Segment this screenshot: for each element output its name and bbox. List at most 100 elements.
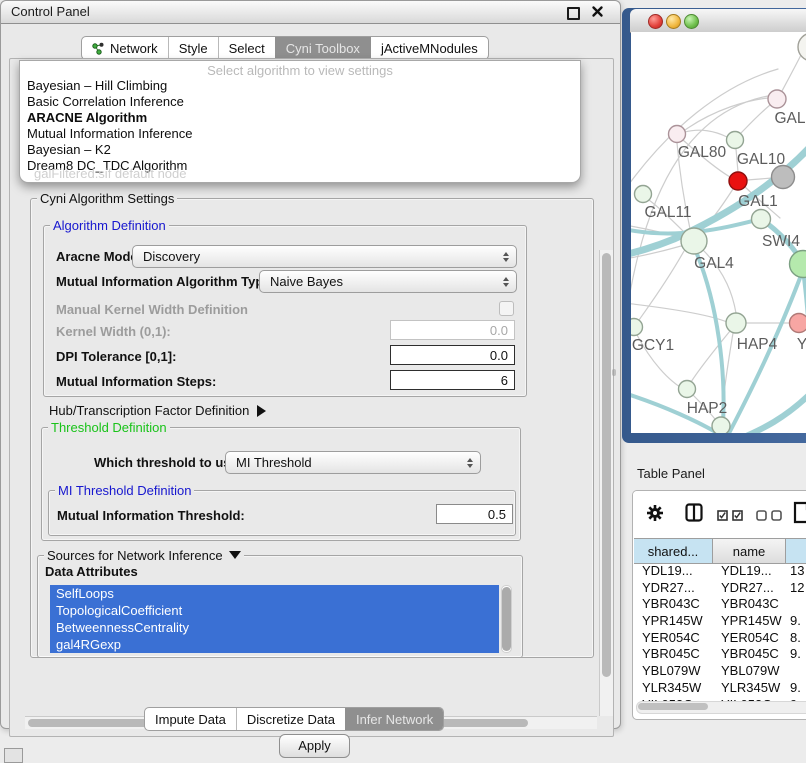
mi-type-combobox[interactable]: Naive Bayes bbox=[259, 270, 517, 293]
tab-impute-data[interactable]: Impute Data bbox=[145, 708, 236, 730]
column-header-name[interactable]: name bbox=[713, 539, 786, 563]
float-window-icon[interactable] bbox=[567, 7, 580, 20]
table-cell[interactable]: 8. bbox=[786, 630, 806, 647]
network-edge-weighted[interactable] bbox=[744, 394, 806, 433]
table-row[interactable]: YDR27...YDR27...12 bbox=[634, 580, 806, 597]
network-edge[interactable] bbox=[741, 105, 770, 133]
table-cell[interactable]: YLR345W bbox=[634, 680, 713, 697]
table-cell[interactable]: 9. bbox=[786, 613, 806, 630]
network-node-gal[interactable] bbox=[768, 90, 786, 108]
table-row[interactable]: YBR045CYBR045C9. bbox=[634, 646, 806, 663]
network-node[interactable] bbox=[790, 251, 806, 278]
mi-steps-field[interactable] bbox=[390, 370, 515, 390]
table-horizontal-scrollbar[interactable] bbox=[636, 701, 806, 714]
table-cell[interactable]: YDR27... bbox=[634, 580, 713, 597]
expand-right-icon[interactable] bbox=[257, 405, 266, 417]
attributes-list-scrollbar[interactable] bbox=[501, 585, 512, 653]
table-cell[interactable]: YBR043C bbox=[634, 596, 713, 613]
attribute-item-selfloops[interactable]: SelfLoops bbox=[50, 585, 499, 602]
table-cell[interactable]: YDL19... bbox=[634, 563, 713, 580]
table-row[interactable]: YBL079WYBL079W bbox=[634, 663, 806, 680]
algorithm-item-basic-correlation-inference[interactable]: Basic Correlation Inference bbox=[24, 94, 576, 110]
table-cell[interactable]: YLR345W bbox=[713, 680, 786, 697]
deselect-all-checkboxes-icon[interactable] bbox=[756, 508, 784, 526]
aracne-mode-combobox[interactable]: Discovery bbox=[132, 245, 517, 268]
attribute-item-gal4rgexp[interactable]: gal4RGexp bbox=[50, 636, 499, 653]
tab-select[interactable]: Select bbox=[218, 37, 275, 59]
tab-style[interactable]: Style bbox=[168, 37, 218, 59]
network-node-hap2[interactable] bbox=[679, 381, 696, 398]
table-cell[interactable]: YBL079W bbox=[634, 663, 713, 680]
select-all-checkboxes-icon[interactable] bbox=[717, 508, 745, 526]
table-cell[interactable]: YBR045C bbox=[713, 646, 786, 663]
network-node-gal1[interactable] bbox=[729, 172, 747, 190]
which-threshold-combobox[interactable]: MI Threshold bbox=[225, 451, 481, 474]
table-cell[interactable]: YER054C bbox=[713, 630, 786, 647]
tab-discretize-data[interactable]: Discretize Data bbox=[236, 708, 345, 730]
zoom-traffic-light-icon[interactable] bbox=[684, 14, 699, 29]
table-cell[interactable]: YPR145W bbox=[634, 613, 713, 630]
kernel-width-field[interactable] bbox=[390, 320, 515, 340]
table-row[interactable]: YPR145WYPR145W9. bbox=[634, 613, 806, 630]
table-cell[interactable]: YBR045C bbox=[634, 646, 713, 663]
network-canvas[interactable]: GALGAL80GAL10GAL1GAL11SWI4GAL4GCY1HAP4YH… bbox=[631, 32, 806, 433]
sources-title[interactable]: Sources for Network Inference bbox=[44, 548, 244, 563]
network-node-gcy1[interactable] bbox=[631, 319, 643, 336]
tab-cyni-toolbox[interactable]: Cyni Toolbox bbox=[275, 37, 370, 59]
split-columns-icon[interactable] bbox=[685, 503, 703, 527]
network-node[interactable] bbox=[712, 417, 730, 433]
network-edge[interactable] bbox=[685, 98, 768, 130]
network-window-titlebar[interactable] bbox=[630, 9, 806, 33]
column-header-shared[interactable]: shared... bbox=[634, 539, 713, 563]
table-cell[interactable] bbox=[786, 663, 806, 680]
tab-network[interactable]: Network bbox=[82, 37, 168, 59]
column-header-a[interactable]: A bbox=[786, 539, 806, 563]
network-edge[interactable] bbox=[747, 178, 772, 180]
minimize-traffic-light-icon[interactable] bbox=[666, 14, 681, 29]
document-icon[interactable] bbox=[793, 501, 806, 529]
network-edge[interactable] bbox=[782, 53, 802, 91]
table-cell[interactable]: YPR145W bbox=[713, 613, 786, 630]
collapsed-panel-icon[interactable] bbox=[4, 748, 23, 763]
dpi-tolerance-field[interactable] bbox=[390, 345, 515, 365]
network-node-gal10[interactable] bbox=[727, 132, 744, 149]
network-node[interactable] bbox=[798, 33, 806, 61]
table-row[interactable]: YBR043CYBR043C bbox=[634, 596, 806, 613]
algorithm-item-mutual-information-inference[interactable]: Mutual Information Inference bbox=[24, 126, 576, 142]
table-cell[interactable]: YBL079W bbox=[713, 663, 786, 680]
network-edge[interactable] bbox=[685, 130, 727, 137]
algorithm-item-bayesian-k2[interactable]: Bayesian – K2 bbox=[24, 142, 576, 158]
gear-icon[interactable] bbox=[646, 504, 664, 527]
close-traffic-light-icon[interactable] bbox=[648, 14, 663, 29]
tab-jactivemnodules[interactable]: jActiveMNodules bbox=[370, 37, 488, 59]
algorithm-item-aracne-algorithm[interactable]: ARACNE Algorithm bbox=[24, 110, 576, 126]
table-row[interactable]: YDL19...YDL19...13 bbox=[634, 563, 806, 580]
table-cell[interactable]: YDL19... bbox=[713, 563, 786, 580]
table-cell[interactable]: YBR043C bbox=[713, 596, 786, 613]
hub-definition-expander[interactable]: Hub/Transcription Factor Definition bbox=[49, 403, 266, 418]
table-row[interactable]: YLR345WYLR345W9. bbox=[634, 680, 806, 697]
close-icon[interactable] bbox=[591, 5, 604, 18]
mi-threshold-field[interactable] bbox=[436, 504, 513, 524]
attribute-item-topologicalcoefficient[interactable]: TopologicalCoefficient bbox=[50, 602, 499, 619]
table-cell[interactable]: 9. bbox=[786, 646, 806, 663]
network-node-gal11[interactable] bbox=[635, 186, 652, 203]
network-node-swi4[interactable] bbox=[752, 210, 771, 229]
table-cell[interactable]: YER054C bbox=[634, 630, 713, 647]
network-node-hap4[interactable] bbox=[726, 313, 746, 333]
table-cell[interactable] bbox=[786, 596, 806, 613]
table-cell[interactable]: 13 bbox=[786, 563, 806, 580]
attribute-item-betweennesscentrality[interactable]: BetweennessCentrality bbox=[50, 619, 499, 636]
network-node[interactable] bbox=[772, 166, 795, 189]
manual-kernel-checkbox[interactable] bbox=[499, 301, 514, 316]
network-node-gal80[interactable] bbox=[669, 126, 686, 143]
table-row[interactable]: YER054CYER054C8. bbox=[634, 630, 806, 647]
table-cell[interactable]: YDR27... bbox=[713, 580, 786, 597]
settings-vertical-scrollbar[interactable] bbox=[599, 250, 613, 716]
network-node-gal4[interactable] bbox=[681, 228, 707, 254]
split-pane-gripper[interactable] bbox=[612, 369, 616, 376]
collapse-down-icon[interactable] bbox=[229, 551, 241, 559]
control-panel-titlebar[interactable]: Control Panel bbox=[1, 1, 620, 24]
apply-button[interactable]: Apply bbox=[279, 734, 350, 758]
table-cell[interactable]: 12 bbox=[786, 580, 806, 597]
